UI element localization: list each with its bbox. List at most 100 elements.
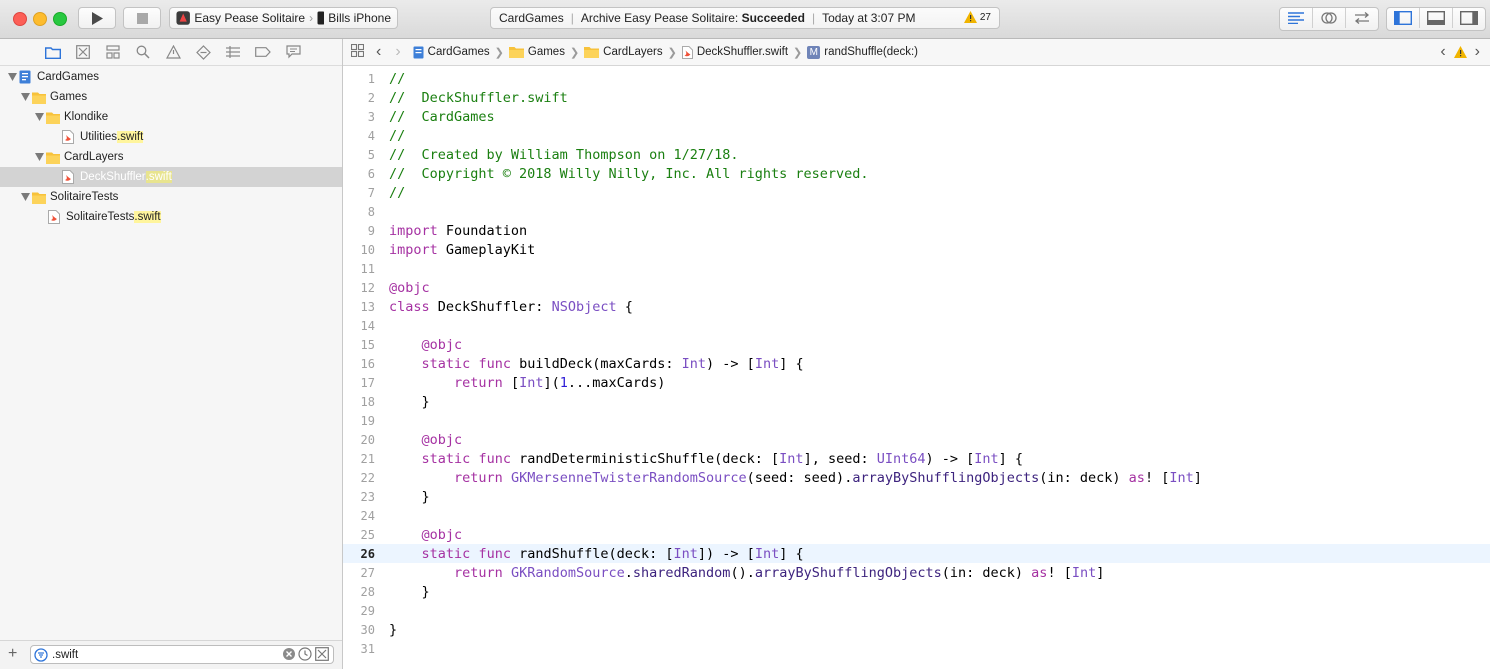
method-badge-icon: M <box>807 45 821 59</box>
forward-arrow-icon[interactable]: › <box>395 43 400 61</box>
tree-item-group-cardlayers[interactable]: CardLayers <box>0 147 342 167</box>
warning-icon[interactable] <box>1453 46 1467 58</box>
next-issue-icon[interactable]: › <box>1475 43 1480 61</box>
code-line: 25 @objc <box>343 525 1490 544</box>
code-text: static func buildDeck(maxCards: Int) -> … <box>421 355 804 372</box>
report-navigator-tab[interactable] <box>284 43 302 61</box>
line-number: 22 <box>360 470 375 485</box>
previous-issue-icon[interactable]: ‹ <box>1440 43 1445 61</box>
source-control-filter-icon[interactable] <box>315 647 329 661</box>
tree-item-group-games[interactable]: Games <box>0 87 342 107</box>
code-line: 18 } <box>343 392 1490 411</box>
breadcrumb-separator: ❯ <box>569 46 580 59</box>
tree-item-group-solitairetests[interactable]: SolitaireTests <box>0 187 342 207</box>
filter-input[interactable]: .swift <box>52 649 78 661</box>
breadcrumb-file[interactable]: DeckShuffler.swift <box>681 45 789 59</box>
code-text: class DeckShuffler: NSObject { <box>389 298 633 315</box>
code-text: return GKRandomSource.sharedRandom().arr… <box>454 564 1105 581</box>
stop-button[interactable] <box>123 7 161 29</box>
tree-item-file-deckshuffler[interactable]: DeckShuffler .swift <box>0 167 342 187</box>
minimize-window-button[interactable] <box>33 12 47 26</box>
right-panel-icon <box>1460 11 1478 25</box>
clear-filter-icon[interactable] <box>283 648 295 660</box>
line-number: 30 <box>360 622 375 637</box>
folder-icon <box>46 150 60 164</box>
version-editor-icon <box>1354 12 1370 24</box>
line-number: 19 <box>360 413 375 428</box>
assistant-editor-button[interactable] <box>1313 8 1346 28</box>
disclosure-triangle-icon[interactable] <box>34 152 44 162</box>
line-number: 20 <box>360 432 375 447</box>
back-arrow-icon[interactable]: ‹ <box>376 43 381 61</box>
breadcrumb-cardlayers[interactable]: CardLayers <box>584 46 663 58</box>
code-line: 28 } <box>343 582 1490 601</box>
scheme-selector[interactable]: Easy Pease Solitaire › Bills iPhone <box>169 7 398 29</box>
code-text: // <box>389 70 406 87</box>
add-file-button[interactable]: + <box>8 645 17 663</box>
code-line: 16 static func buildDeck(maxCards: Int) … <box>343 354 1490 373</box>
filter-match-highlight: .swift <box>134 211 161 223</box>
breadcrumb-project[interactable]: CardGames <box>413 46 490 59</box>
project-navigator-tab[interactable] <box>44 43 62 61</box>
symbol-navigator-tab[interactable] <box>104 43 122 61</box>
code-line: 29 <box>343 601 1490 620</box>
code-line: 11 <box>343 259 1490 278</box>
tree-item-file-utilities[interactable]: Utilities .swift <box>0 127 342 147</box>
line-number: 1 <box>367 71 375 86</box>
zoom-window-button[interactable] <box>53 12 67 26</box>
activity-time: Today at 3:07 PM <box>822 11 916 25</box>
filter-field[interactable]: .swift <box>30 645 334 664</box>
disclosure-triangle-icon[interactable] <box>34 112 44 122</box>
toggle-debug-area-button[interactable] <box>1420 8 1453 28</box>
version-editor-button[interactable] <box>1346 8 1378 28</box>
line-number: 16 <box>360 356 375 371</box>
disclosure-triangle-icon[interactable] <box>20 92 30 102</box>
swift-file-icon <box>48 210 62 224</box>
code-line: 22 return GKMersenneTwisterRandomSource(… <box>343 468 1490 487</box>
tree-item-label: CardGames <box>37 71 99 83</box>
source-control-tab[interactable] <box>74 43 92 61</box>
warnings-indicator[interactable]: 27 <box>963 11 991 23</box>
line-number: 29 <box>360 603 375 618</box>
find-navigator-tab[interactable] <box>134 43 152 61</box>
line-number: 7 <box>367 185 375 200</box>
code-text: } <box>389 621 398 638</box>
breadcrumb-method[interactable]: M randShuffle(deck:) <box>807 45 919 59</box>
breadcrumb-label: randShuffle(deck:) <box>824 46 919 58</box>
left-panel-icon <box>1394 11 1412 25</box>
code-line: 12 @objc <box>343 278 1490 297</box>
source-editor[interactable]: 1 // 2 // DeckShuffler.swift 3 // CardGames… <box>343 66 1490 669</box>
standard-editor-button[interactable] <box>1280 8 1313 28</box>
tree-item-label: Games <box>50 91 88 103</box>
code-text: @objc <box>389 279 430 296</box>
close-window-button[interactable] <box>13 12 27 26</box>
code-text: static func randDeterministicShuffle(dec… <box>421 450 1024 467</box>
code-text: // CardGames <box>389 108 495 125</box>
breakpoint-navigator-tab[interactable] <box>254 43 272 61</box>
navigator-filter-bar: + .swift <box>0 640 342 669</box>
line-number: 10 <box>360 242 375 257</box>
disclosure-triangle-icon[interactable] <box>7 72 17 82</box>
recent-files-clock-icon[interactable] <box>298 647 312 661</box>
breadcrumb-label: DeckShuffler.swift <box>696 46 789 58</box>
test-navigator-tab[interactable] <box>194 43 212 61</box>
code-line: 20 @objc <box>343 430 1490 449</box>
filter-match-highlight: .swift <box>145 171 172 183</box>
editor-mode-control <box>1279 7 1379 31</box>
code-line: 1 // <box>343 69 1490 88</box>
run-button[interactable] <box>78 7 116 29</box>
toggle-utilities-button[interactable] <box>1453 8 1485 28</box>
breadcrumb-separator: ❯ <box>667 46 677 59</box>
tree-item-file-solitairetests[interactable]: SolitaireTests .swift <box>0 207 342 227</box>
breadcrumb-label: Games <box>527 46 565 58</box>
disclosure-triangle-icon[interactable] <box>20 192 30 202</box>
breadcrumb-games[interactable]: Games <box>508 46 565 58</box>
issue-navigator-tab[interactable] <box>164 43 182 61</box>
tree-item-group-klondike[interactable]: Klondike <box>0 107 342 127</box>
related-items-grid-icon[interactable] <box>350 43 365 60</box>
debug-navigator-tab[interactable] <box>224 43 242 61</box>
code-line: 9 import Foundation <box>343 221 1490 240</box>
tree-item-project[interactable]: CardGames <box>0 67 342 87</box>
toggle-navigator-button[interactable] <box>1387 8 1420 28</box>
code-text: import Foundation <box>389 222 528 239</box>
